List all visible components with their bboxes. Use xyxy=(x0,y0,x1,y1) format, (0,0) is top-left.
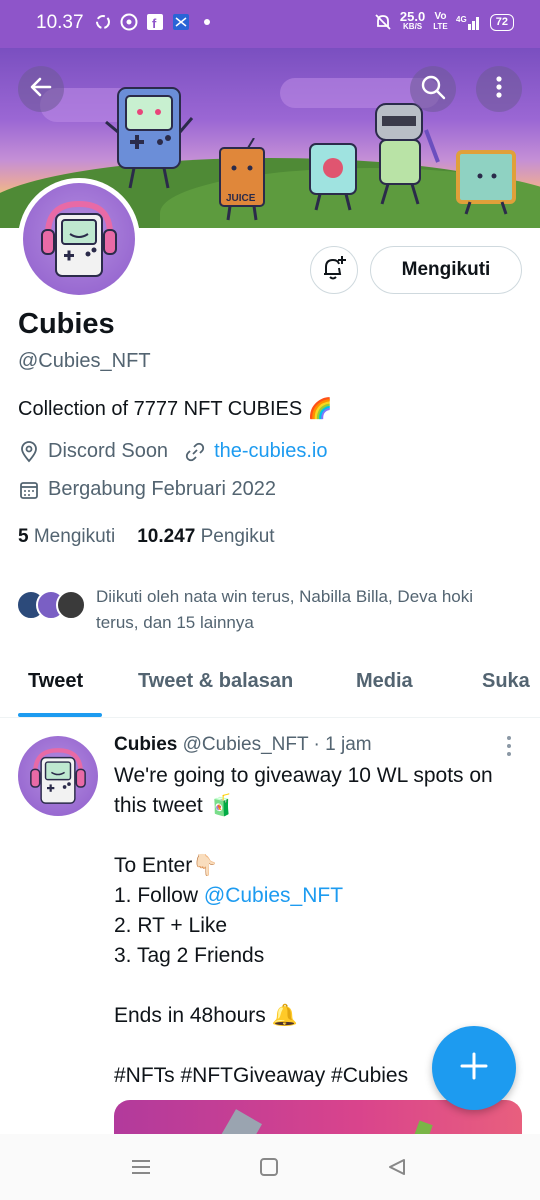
following-count-link[interactable]: 5 Mengikuti xyxy=(18,526,115,548)
follow-counts: 5 Mengikuti 10.247 Pengikut xyxy=(18,526,275,548)
location-pin-icon xyxy=(18,440,40,463)
profile-name: Cubies xyxy=(18,308,115,340)
followers-label: Pengikut xyxy=(200,526,275,547)
tweet-header: Cubies @Cubies_NFT · 1 jam xyxy=(114,734,372,756)
search-icon xyxy=(420,74,446,105)
net-speed: 25.0 KB/S xyxy=(399,9,426,32)
tweet-mention-link[interactable]: @Cubies_NFT xyxy=(204,884,343,907)
messenger-icon xyxy=(120,13,138,31)
back-button[interactable] xyxy=(18,66,64,112)
cube-character-ice xyxy=(309,143,357,211)
profile-tabs: Tweet Tweet & balasan Media Suka xyxy=(0,660,540,718)
tweet-text-line: To Enter👇🏻 xyxy=(114,854,219,877)
profile-handle: @Cubies_NFT xyxy=(18,350,151,372)
back-nav-icon[interactable] xyxy=(384,1154,410,1180)
status-bar: 10.37 f 25.0 KB/S Vo LTE 4G 72 xyxy=(0,0,540,48)
juice-label: JUICE xyxy=(226,193,256,204)
followers-count-link[interactable]: 10.247 Pengikut xyxy=(137,526,274,548)
home-icon[interactable] xyxy=(256,1154,282,1180)
back-arrow-icon xyxy=(28,74,54,105)
svg-text:f: f xyxy=(152,16,157,30)
profile-website-link[interactable]: the-cubies.io xyxy=(214,440,327,463)
tweet-author-avatar[interactable] xyxy=(18,736,98,816)
followed-by-row[interactable]: Diikuti oleh nata win terus, Nabilla Bil… xyxy=(16,584,516,636)
more-dot xyxy=(507,744,511,748)
system-nav-bar xyxy=(0,1134,540,1200)
recent-apps-icon[interactable] xyxy=(128,1154,154,1180)
active-tab-indicator xyxy=(18,713,102,717)
volte-bottom: LTE xyxy=(433,22,448,31)
profile-avatar[interactable] xyxy=(18,178,140,300)
tab-media[interactable]: Media xyxy=(356,670,413,693)
tab-likes[interactable]: Suka xyxy=(482,670,530,693)
plus-icon xyxy=(458,1050,490,1087)
battery-indicator: 72 xyxy=(489,13,514,31)
cube-character-orange xyxy=(456,150,516,215)
tweet-text-prefix: 1. Follow xyxy=(114,884,204,907)
signal-icon: 4G xyxy=(456,13,482,31)
tab-tweet-replies[interactable]: Tweet & balasan xyxy=(138,670,293,693)
tweet-text-line: this tweet 🧃 xyxy=(114,794,235,817)
tweet-author-name[interactable]: Cubies xyxy=(114,734,177,755)
tweet-text-line: 2. RT + Like xyxy=(114,914,228,937)
search-button[interactable] xyxy=(410,66,456,112)
tweet-text-line: 3. Tag 2 Friends xyxy=(114,944,265,967)
following-button[interactable]: Mengikuti xyxy=(370,246,522,294)
calendar-icon xyxy=(18,479,40,501)
profile-meta-location-website: Discord Soon the-cubies.io xyxy=(18,440,327,463)
gameboy-cube-avatar xyxy=(30,748,86,804)
more-dot xyxy=(507,752,511,756)
link-icon xyxy=(184,441,206,463)
facebook-icon: f xyxy=(146,13,164,31)
tweet-more-button[interactable] xyxy=(502,736,516,756)
profile-joined: Bergabung Februari 2022 xyxy=(48,478,276,500)
avatar-image xyxy=(23,183,135,295)
tweet-text-line: 1. Follow @Cubies_NFT xyxy=(114,884,343,908)
net-speed-value: 25.0 xyxy=(399,9,426,24)
more-dot xyxy=(507,736,511,740)
bell-plus-icon xyxy=(320,254,348,287)
more-vertical-icon xyxy=(495,75,503,104)
avatar xyxy=(56,590,86,620)
notify-button[interactable] xyxy=(310,246,358,294)
status-right: 25.0 KB/S Vo LTE 4G 72 xyxy=(374,9,514,32)
tweet-text-line: Ends in 48hours 🔔 xyxy=(114,1004,298,1027)
cube-character-knight xyxy=(375,103,440,205)
compose-tweet-button[interactable] xyxy=(432,1026,516,1110)
cube-character-juice xyxy=(219,138,265,221)
followers-count: 10.247 xyxy=(137,526,196,547)
mute-icon xyxy=(374,13,392,31)
following-label: Mengikuti xyxy=(33,526,116,547)
app-icon xyxy=(172,13,190,31)
profile-location: Discord Soon xyxy=(48,440,169,462)
profile-meta-joined: Bergabung Februari 2022 xyxy=(18,478,276,501)
followed-by-avatars xyxy=(16,590,86,620)
following-count: 5 xyxy=(18,526,29,547)
more-button[interactable] xyxy=(476,66,522,112)
cube-character-gameboy xyxy=(105,87,194,189)
tweet-hashtags[interactable]: #NFTs #NFTGiveaway #Cubies xyxy=(114,1064,408,1088)
sync-icon xyxy=(94,13,112,31)
tab-tweet[interactable]: Tweet xyxy=(28,670,83,693)
profile-bio: Collection of 7777 NFT CUBIES 🌈 xyxy=(18,398,333,420)
followed-by-text: Diikuti oleh nata win terus, Nabilla Bil… xyxy=(96,587,474,632)
net-speed-unit: KB/S xyxy=(403,22,423,31)
dot-icon xyxy=(198,13,216,31)
svg-text:4G: 4G xyxy=(456,15,467,24)
tweet-text-line: We're going to giveaway 10 WL spots on xyxy=(114,764,493,787)
tweet-time: · 1 jam xyxy=(313,734,372,755)
gameboy-cube-avatar xyxy=(41,200,117,277)
volte-top: Vo xyxy=(434,11,447,22)
tweet-author-handle: @Cubies_NFT xyxy=(182,734,309,755)
status-time: 10.37 xyxy=(36,12,84,33)
notification-icons: f xyxy=(94,13,216,31)
volte-indicator: Vo LTE xyxy=(433,12,448,32)
